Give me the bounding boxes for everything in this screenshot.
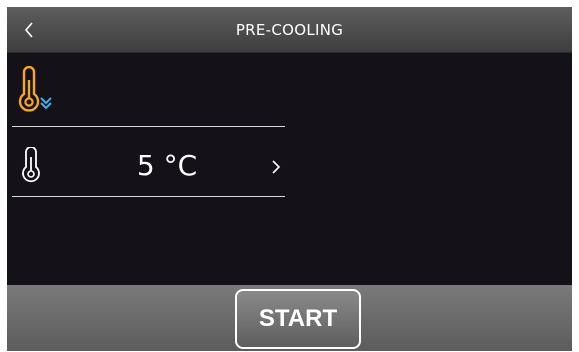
pre-cooling-screen: PRE-COOLING 5 °C START [7, 7, 572, 351]
divider-bottom [12, 196, 285, 197]
temperature-value: 5 °C [136, 148, 198, 182]
footer-bar: START [7, 285, 572, 351]
divider-top [12, 126, 285, 127]
header-bar: PRE-COOLING [7, 7, 572, 53]
chevron-right-icon [272, 160, 281, 174]
start-button[interactable]: START [235, 289, 361, 349]
thermometer-icon [22, 147, 40, 183]
page-title: PRE-COOLING [235, 21, 344, 39]
thermometer-cooling-icon [18, 66, 52, 112]
temperature-setting-row[interactable]: 5 °C [12, 133, 285, 197]
